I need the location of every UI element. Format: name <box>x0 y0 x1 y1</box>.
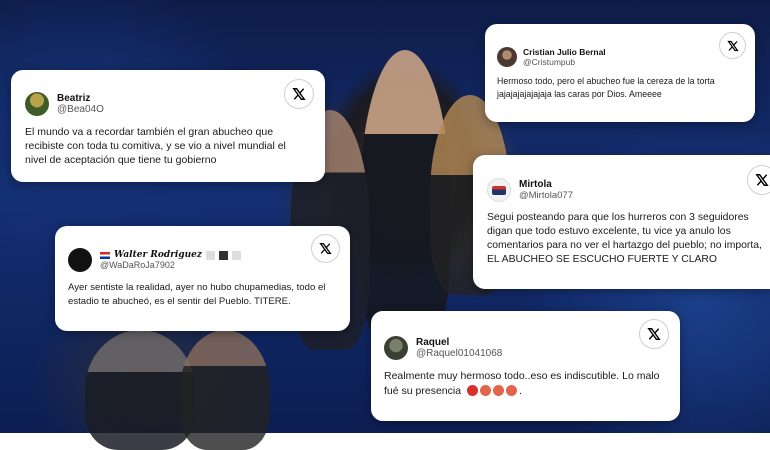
user-name: Raquel <box>416 337 450 348</box>
tweet-line: fué su presencia . <box>384 384 659 399</box>
tweet-card-cristian: Cristian Julio Bernal @Cristumpub Hermos… <box>485 24 755 122</box>
tweet-line: Hermoso todo, pero el abucheo fue la cer… <box>497 76 715 86</box>
badge-square-icon <box>218 250 228 260</box>
tweet-suffix: . <box>518 385 522 398</box>
avatar <box>68 248 92 272</box>
tweet-line: recibiste con toda tu comitiva, y se vio… <box>25 140 286 153</box>
avatar <box>487 178 511 202</box>
avatar <box>497 47 517 67</box>
user-handle: @Raquel01041068 <box>416 348 503 359</box>
tweet-card-mirtola: Mirtola @Mirtola077 Segui posteando para… <box>473 155 770 289</box>
tweet-text: Segui posteando para que los hurreros co… <box>487 211 762 267</box>
user-name: Beatriz <box>57 93 91 104</box>
tweet-card-walter: Walter Rodriguez @WaDaRoJa7902 Ayer sent… <box>55 226 350 331</box>
user-handle: @Mirtola077 <box>519 190 573 201</box>
badge-square-icon <box>205 250 215 260</box>
tweet-line: Ayer sentiste la realidad, ayer no hubo … <box>68 282 326 293</box>
tweet-text: Ayer sentiste la realidad, ayer no hubo … <box>68 281 325 309</box>
tweet-line: nivel de aceptación que tiene tu gobiern… <box>25 154 217 167</box>
x-logo-icon[interactable] <box>311 234 340 263</box>
tweet-line: digan que todo estuvo excelente, tu vice… <box>487 226 731 238</box>
tweet-card-beatriz: Beatriz @Bea04O El mundo va a recordar t… <box>11 70 325 182</box>
user-handle: @Cristumpub <box>523 57 576 67</box>
x-logo-icon[interactable] <box>747 165 770 195</box>
user-name-row: Walter Rodriguez <box>100 250 241 260</box>
devil-face-icon <box>479 384 491 396</box>
user-name: Mirtola <box>519 179 552 190</box>
tweet-line: jajajajajajajaja las caras por Dios. Ame… <box>497 88 662 99</box>
paraguay-flag-icon <box>100 251 110 259</box>
tweet-card-raquel: Raquel @Raquel01041068 Realmente muy her… <box>371 311 680 421</box>
tweet-text: El mundo va a recordar también el gran a… <box>25 125 286 168</box>
x-logo-icon[interactable] <box>639 319 669 349</box>
angry-face-icon <box>466 384 478 396</box>
tweet-line: El mundo va a recordar también el gran a… <box>25 126 274 138</box>
tweet-line-text: fué su presencia <box>384 385 462 398</box>
avatar <box>384 336 408 360</box>
tweet-line: EL ABUCHEO SE ESCUCHO FUERTE Y CLARO <box>487 254 718 266</box>
x-logo-icon[interactable] <box>284 79 314 109</box>
user-handle: @WaDaRoJa7902 <box>100 260 175 270</box>
tweet-line: Realmente muy hermoso todo..eso es indis… <box>384 370 660 382</box>
tweet-line: comentarios para no ver el hartazgo del … <box>487 240 762 252</box>
background-person-bottom-mid <box>180 330 270 450</box>
tweet-text: Realmente muy hermoso todo..eso es indis… <box>384 369 659 399</box>
devil-face-icon <box>492 384 504 396</box>
background-person-bottom-left <box>85 330 195 450</box>
badge-square-icon <box>231 250 241 260</box>
user-name: Walter Rodriguez <box>114 250 202 260</box>
avatar <box>25 92 49 116</box>
tweet-line: estadio te abucheó, es el sentir del Pue… <box>68 295 291 307</box>
x-logo-icon[interactable] <box>719 32 746 59</box>
tweet-text: Hermoso todo, pero el abucheo fue la cer… <box>497 75 715 101</box>
user-name: Cristian Julio Bernal <box>523 47 606 57</box>
user-handle: @Bea04O <box>57 104 104 115</box>
devil-face-icon <box>505 384 517 396</box>
tweet-line: Segui posteando para que los hurreros co… <box>487 212 749 223</box>
